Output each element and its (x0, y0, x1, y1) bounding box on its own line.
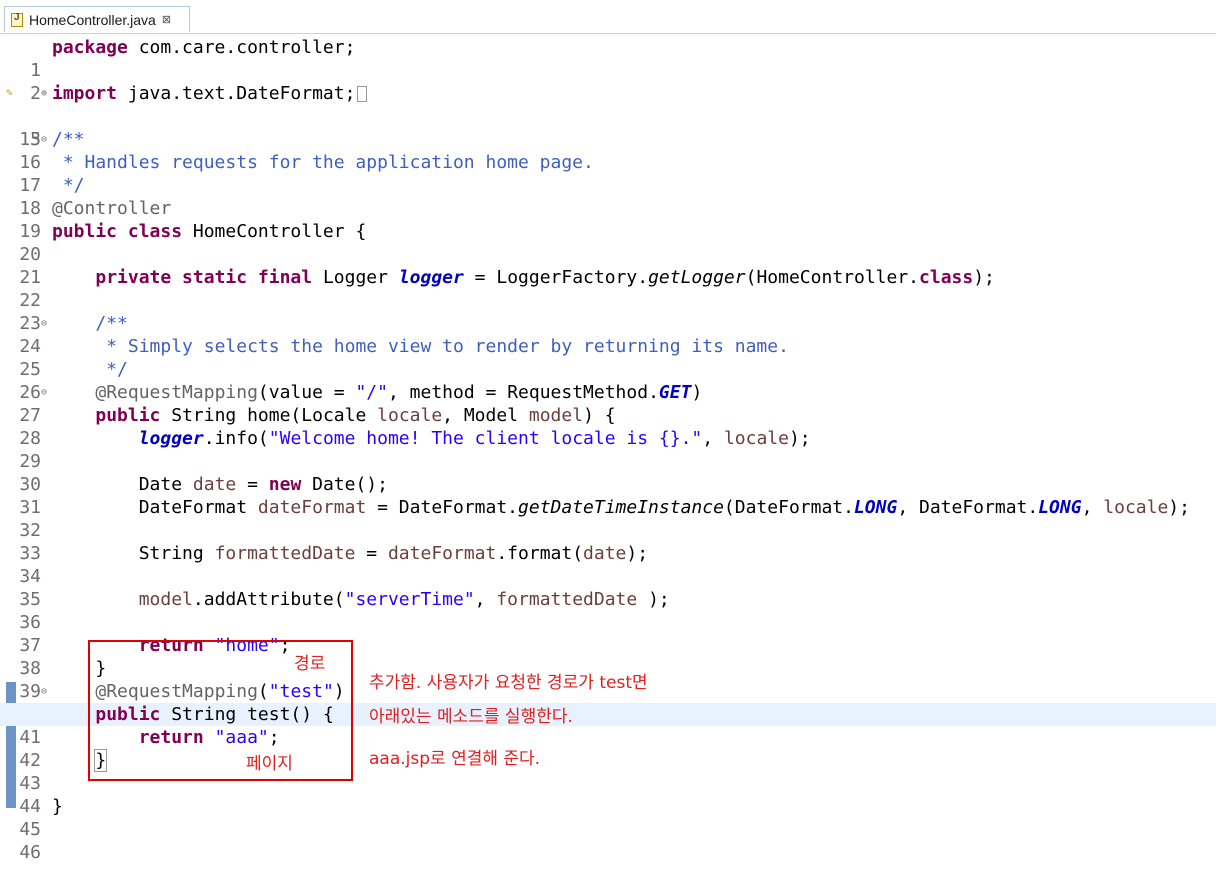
code-text: package com.care.controller; (52, 37, 356, 58)
code-text: String formattedDate = dateFormat.format… (138, 543, 649, 564)
code-line[interactable]: 30 (0, 450, 1216, 495)
code-line[interactable]: 28 public String home(Locale locale, Mod… (0, 404, 1216, 449)
quick-fix-bulb-icon[interactable]: ✎ (6, 87, 16, 99)
code-line[interactable]: 18 */ (0, 174, 1216, 219)
collapse-fold-icon[interactable]: ⊖ (41, 128, 47, 151)
code-text: private static final Logger logger = Log… (95, 267, 995, 288)
code-line[interactable]: 29 logger.info("Welcome home! The client… (0, 427, 1216, 472)
code-line[interactable]: 20 public class HomeController { (0, 220, 1216, 265)
code-text: logger.info("Welcome home! The client lo… (138, 428, 811, 449)
code-line[interactable]: 1 package com.care.controller; (0, 36, 1216, 81)
expand-fold-icon[interactable]: ⊕ (41, 82, 47, 105)
code-text: /** (52, 129, 85, 150)
code-line[interactable]: 19 @Controller (0, 197, 1216, 242)
code-line[interactable]: 36 model.addAttribute("serverTime", form… (0, 588, 1216, 633)
code-line[interactable]: 24 ⊖ /** (0, 312, 1216, 357)
code-line[interactable]: 16 ⊖ /** (0, 128, 1216, 173)
code-line[interactable]: 26 */ (0, 358, 1216, 403)
code-line[interactable]: 2 (0, 59, 1216, 104)
code-line[interactable]: 27 ⊖ @RequestMapping(value = "/", method… (0, 381, 1216, 426)
code-text: Date date = new Date(); (138, 474, 388, 495)
code-text: } (52, 796, 63, 817)
code-text: /** (95, 313, 128, 334)
page-label: 페이지 (246, 754, 293, 774)
code-text: @Controller (52, 198, 172, 219)
code-line[interactable]: 34 String formattedDate = dateFormat.for… (0, 542, 1216, 587)
code-line[interactable]: 32 DateFormat dateFormat = DateFormat.ge… (0, 496, 1216, 541)
close-tab-icon[interactable]: ⊠ (162, 13, 171, 26)
code-text: public class HomeController { (52, 221, 367, 242)
note-line-2: 아래있는 메소드를 실행한다. (369, 707, 573, 727)
code-line[interactable]: 17 * Handles requests for the applicatio… (0, 151, 1216, 196)
tab-home-controller[interactable]: HomeController.java ⊠ (4, 6, 190, 32)
path-label: 경로 (294, 654, 326, 674)
collapse-fold-icon[interactable]: ⊖ (41, 381, 47, 404)
code-text: * Handles requests for the application h… (52, 152, 594, 173)
code-line[interactable]: 31 Date date = new Date(); (0, 473, 1216, 518)
code-line[interactable]: ✎ 3 ⊕ import java.text.DateFormat; (0, 82, 1216, 150)
code-line[interactable]: 25 * Simply selects the home view to ren… (0, 335, 1216, 380)
collapse-fold-icon[interactable]: ⊖ (41, 312, 47, 335)
code-text: */ (52, 175, 85, 196)
code-line[interactable]: 21 (0, 243, 1216, 288)
code-text: import java.text.DateFormat; (52, 82, 368, 105)
note-line-3: aaa.jsp로 연결해 준다. (369, 749, 541, 769)
java-file-icon (11, 12, 23, 27)
code-text: model.addAttribute("serverTime", formatt… (138, 589, 670, 610)
collapse-fold-icon[interactable]: ⊖ (41, 680, 47, 703)
code-line[interactable]: 23 (0, 289, 1216, 334)
code-line[interactable]: 35 (0, 565, 1216, 610)
line-number: 46 (19, 842, 41, 863)
code-text: * Simply selects the home view to render… (95, 336, 789, 357)
note-line-1: 추가함. 사용자가 요청한 경로가 test면 (369, 673, 648, 693)
editor-tab-bar: HomeController.java ⊠ (0, 0, 1216, 34)
code-text: @RequestMapping(value = "/", method = Re… (95, 382, 703, 403)
tab-label: HomeController.java (29, 11, 156, 28)
code-line[interactable]: 45 } (0, 795, 1216, 840)
code-line[interactable]: 33 (0, 519, 1216, 564)
code-line[interactable]: 22 private static final Logger logger = … (0, 266, 1216, 311)
code-text: */ (95, 359, 128, 380)
code-line[interactable]: 46 (0, 818, 1216, 863)
code-line[interactable]: 37 (0, 611, 1216, 656)
code-line[interactable]: 15 (0, 105, 1216, 150)
code-text: public String home(Locale locale, Model … (95, 405, 616, 426)
collapsed-imports-icon[interactable] (357, 86, 368, 102)
code-text: DateFormat dateFormat = DateFormat.getDa… (138, 497, 1190, 518)
tab-divider (0, 33, 1216, 34)
